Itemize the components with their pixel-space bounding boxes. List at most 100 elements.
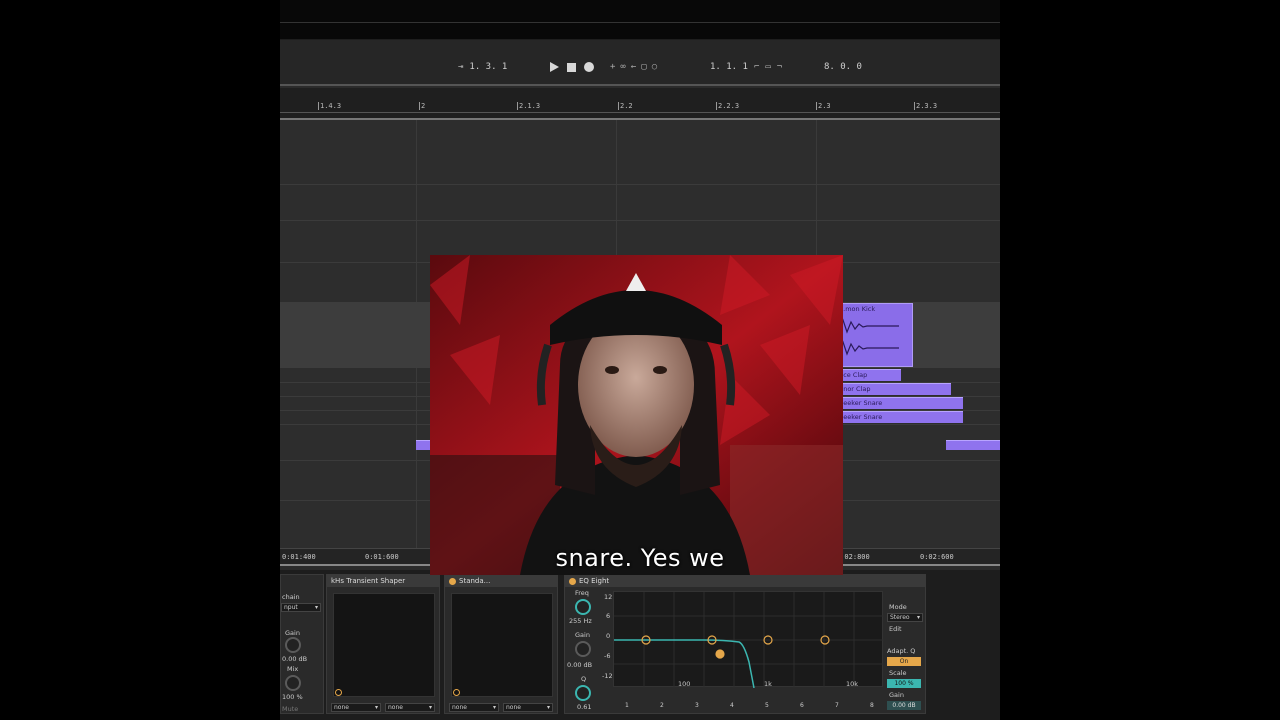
device-title: kHs Transient Shaper [331, 577, 406, 585]
routing-select[interactable]: none [385, 703, 435, 712]
ruler-tick: 2.3 [816, 102, 831, 110]
eq-band-8[interactable]: 8 [858, 692, 888, 712]
gain-value: 0.00 dB [282, 655, 308, 663]
routing-select[interactable]: none [449, 703, 499, 712]
mode-label: Mode [889, 603, 907, 611]
db-tick: -12 [602, 672, 613, 680]
loop-length[interactable]: 8. 0. 0 [824, 62, 862, 72]
band-number: 4 [730, 702, 734, 709]
freq-tick: 1k [764, 680, 772, 688]
ruler-tick: 2 [418, 102, 426, 110]
db-tick: 0 [606, 632, 611, 640]
mute-label[interactable]: Mute [282, 705, 298, 713]
link-icon[interactable]: ∞ [620, 62, 625, 72]
gain-label: Gain [575, 631, 590, 639]
mix-label: Mix [287, 665, 299, 673]
mix-knob[interactable] [285, 675, 301, 691]
play-button[interactable] [550, 62, 559, 72]
device-header[interactable]: EQ Eight [565, 575, 925, 587]
db-tick: -6 [604, 652, 611, 660]
snare-clip[interactable]: ...eeker Snare [835, 397, 963, 409]
eq-band-node-selected[interactable] [715, 649, 725, 659]
q-knob[interactable] [575, 685, 591, 701]
ruler-tick: 2.2 [618, 102, 633, 110]
band-number: 1 [625, 702, 629, 709]
eq-curve-display [614, 592, 884, 688]
band-number: 5 [765, 702, 769, 709]
band-number: 7 [835, 702, 839, 709]
clip-name: ...mon Kick [839, 305, 876, 313]
device-chain-input: chain nput Gain 0.00 dB Mix 100 % Mute [280, 574, 324, 714]
edit-tools: + ∞ ← ▢ ○ [610, 60, 657, 74]
edit-label: Edit [889, 625, 902, 633]
scale-label: Scale [889, 669, 907, 677]
gain-knob[interactable] [285, 637, 301, 653]
eq-eight-device: EQ Eight Freq 255 Hz Gain 0.00 dB Q 0.61… [564, 574, 926, 714]
loop-group: 1. 1. 1 ⌐ ▭ ¬ [710, 60, 782, 74]
record-button[interactable] [584, 62, 594, 72]
eq-band-1[interactable]: 1 [613, 692, 643, 712]
power-icon[interactable] [453, 689, 460, 696]
adapt-q-label: Adapt. Q [887, 647, 916, 655]
capture-icon[interactable]: ▢ [641, 62, 646, 72]
eq-band-7[interactable]: 7 [823, 692, 853, 712]
eq-band-2[interactable]: 2 [648, 692, 678, 712]
arrow-left-icon[interactable]: ← [631, 62, 636, 72]
eq-band-4[interactable]: 4 [718, 692, 748, 712]
loop-icon[interactable]: ○ [652, 62, 657, 72]
band-number: 6 [800, 702, 804, 709]
output-gain-field[interactable]: 0.00 dB [887, 701, 921, 710]
device-on-icon[interactable] [569, 577, 576, 585]
device-header[interactable]: Standa... [445, 575, 557, 587]
eq-band-6[interactable]: 6 [788, 692, 818, 712]
plugin-display[interactable] [451, 593, 553, 697]
plugin-display[interactable] [333, 593, 435, 697]
mix-value: 100 % [282, 693, 303, 701]
device-on-icon[interactable] [449, 577, 456, 585]
kick-clip[interactable]: ...mon Kick [835, 303, 913, 367]
ruler-tick: 2.3.3 [913, 102, 938, 110]
adapt-q-toggle[interactable]: On [887, 657, 921, 666]
power-icon[interactable] [335, 689, 342, 696]
position-group: ⇥ 1. 3. 1 [458, 60, 507, 74]
follow-icon[interactable]: ⇥ [458, 62, 463, 72]
freq-knob[interactable] [575, 599, 591, 615]
routing-select[interactable]: none [503, 703, 553, 712]
transport-buttons [550, 60, 594, 74]
device-title: EQ Eight [579, 577, 610, 585]
eq-graph[interactable]: 12 6 0 -6 -12 100 1k 10k [602, 591, 884, 688]
small-clip[interactable] [946, 440, 1000, 450]
loop-switch-icon[interactable]: ▭ [765, 62, 770, 72]
transient-shaper-device: kHs Transient Shaper none none [326, 574, 440, 714]
band-number: 8 [870, 702, 874, 709]
eq-band-5[interactable]: 5 [753, 692, 783, 712]
input-select[interactable]: nput [281, 603, 321, 612]
clap-clip[interactable]: ...ce Clap [835, 369, 901, 381]
freq-tick: 100 [678, 680, 691, 688]
add-icon[interactable]: + [610, 62, 615, 72]
top-strip [280, 0, 1000, 40]
arrangement-position[interactable]: 1. 3. 1 [469, 62, 507, 72]
q-label: Q [581, 675, 587, 683]
loop-length-group: 8. 0. 0 [824, 60, 862, 74]
clap-clip[interactable]: ...nor Clap [835, 383, 951, 395]
beat-ruler[interactable]: 1.4.3 2 2.1.3 2.2 2.2.3 2.3 2.3.3 [280, 88, 1000, 120]
device-header[interactable]: kHs Transient Shaper [327, 575, 439, 587]
loop-start[interactable]: 1. 1. 1 [710, 62, 748, 72]
db-tick: 6 [606, 612, 611, 620]
mode-select[interactable]: Stereo [887, 613, 923, 622]
waveform [839, 340, 899, 356]
presenter-video-frame [430, 255, 843, 575]
q-value: 0.61 [577, 703, 592, 711]
punch-in-icon[interactable]: ⌐ [754, 62, 759, 72]
eq-band-3[interactable]: 3 [683, 692, 713, 712]
punch-out-icon[interactable]: ¬ [777, 62, 782, 72]
scale-field[interactable]: 100 % [887, 679, 921, 688]
screen: ⇥ 1. 3. 1 + ∞ ← ▢ ○ 1. 1. 1 ⌐ ▭ ¬ 8. 0. … [0, 0, 1280, 720]
stop-button[interactable] [567, 62, 576, 72]
routing-select[interactable]: none [331, 703, 381, 712]
ruler-tick: 1.4.3 [317, 102, 342, 110]
freq-label: Freq [575, 589, 589, 597]
gain-knob[interactable] [575, 641, 591, 657]
snare-clip[interactable]: ...eeker Snare [835, 411, 963, 423]
